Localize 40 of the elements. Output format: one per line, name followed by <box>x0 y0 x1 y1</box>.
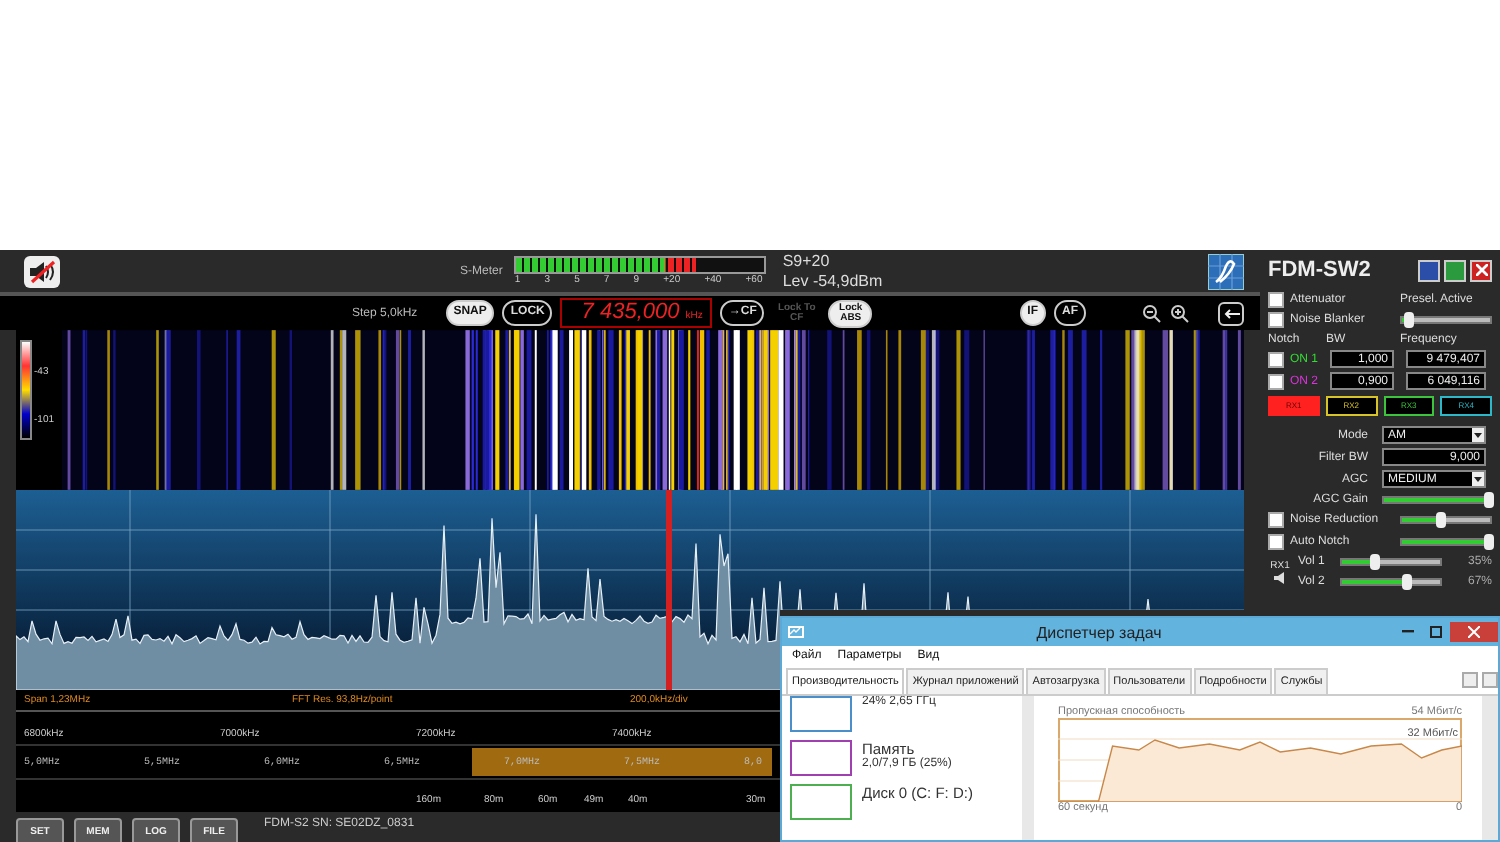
resource-thumbnail[interactable] <box>790 696 852 732</box>
checkbox[interactable] <box>1268 292 1284 308</box>
checkbox[interactable] <box>1268 312 1284 328</box>
close-icon <box>1468 626 1480 638</box>
muted-speaker-icon <box>28 259 56 284</box>
left-arrow-icon <box>1223 307 1239 320</box>
minimize-button[interactable] <box>1418 259 1440 281</box>
checkbox[interactable] <box>1268 351 1284 367</box>
caret-icon <box>1472 472 1484 486</box>
logo-icon <box>1208 253 1244 290</box>
mute-button[interactable] <box>24 255 60 288</box>
app-icon <box>788 625 804 639</box>
slider-thumb[interactable] <box>1484 491 1494 507</box>
scrollbar[interactable] <box>1022 696 1034 840</box>
resource-thumbnail[interactable] <box>790 784 852 820</box>
window-title: Диспетчер задач <box>1034 623 1164 641</box>
minimize-icon <box>1402 630 1414 634</box>
checkbox[interactable] <box>1268 511 1284 527</box>
scrollbar[interactable] <box>1482 696 1498 840</box>
caret-icon <box>1472 428 1484 442</box>
slider-thumb[interactable] <box>1404 312 1415 328</box>
checkbox[interactable] <box>1268 533 1284 549</box>
signal-reading: S9+20 <box>782 251 832 272</box>
slider-thumb[interactable] <box>1435 511 1446 527</box>
slider-thumb[interactable] <box>1484 533 1494 549</box>
maximize-button[interactable] <box>1444 259 1466 281</box>
panel-title: FDM-SW2 <box>1268 258 1373 282</box>
slider-thumb[interactable] <box>1401 574 1412 590</box>
maximize-icon <box>1430 626 1442 638</box>
zoom-in-icon[interactable] <box>1170 303 1190 324</box>
back-button[interactable] <box>1218 301 1244 326</box>
close-button[interactable] <box>1470 259 1492 281</box>
color-scale-bar <box>20 340 32 440</box>
close-icon <box>1475 264 1487 276</box>
resource-thumbnail[interactable] <box>790 740 852 776</box>
checkbox[interactable] <box>1268 373 1284 389</box>
speaker-icon[interactable] <box>1274 572 1286 584</box>
slider-thumb[interactable] <box>1370 554 1381 570</box>
zoom-out-icon[interactable] <box>1142 303 1162 324</box>
level-reading: Lev -54,9dBm <box>782 271 883 292</box>
